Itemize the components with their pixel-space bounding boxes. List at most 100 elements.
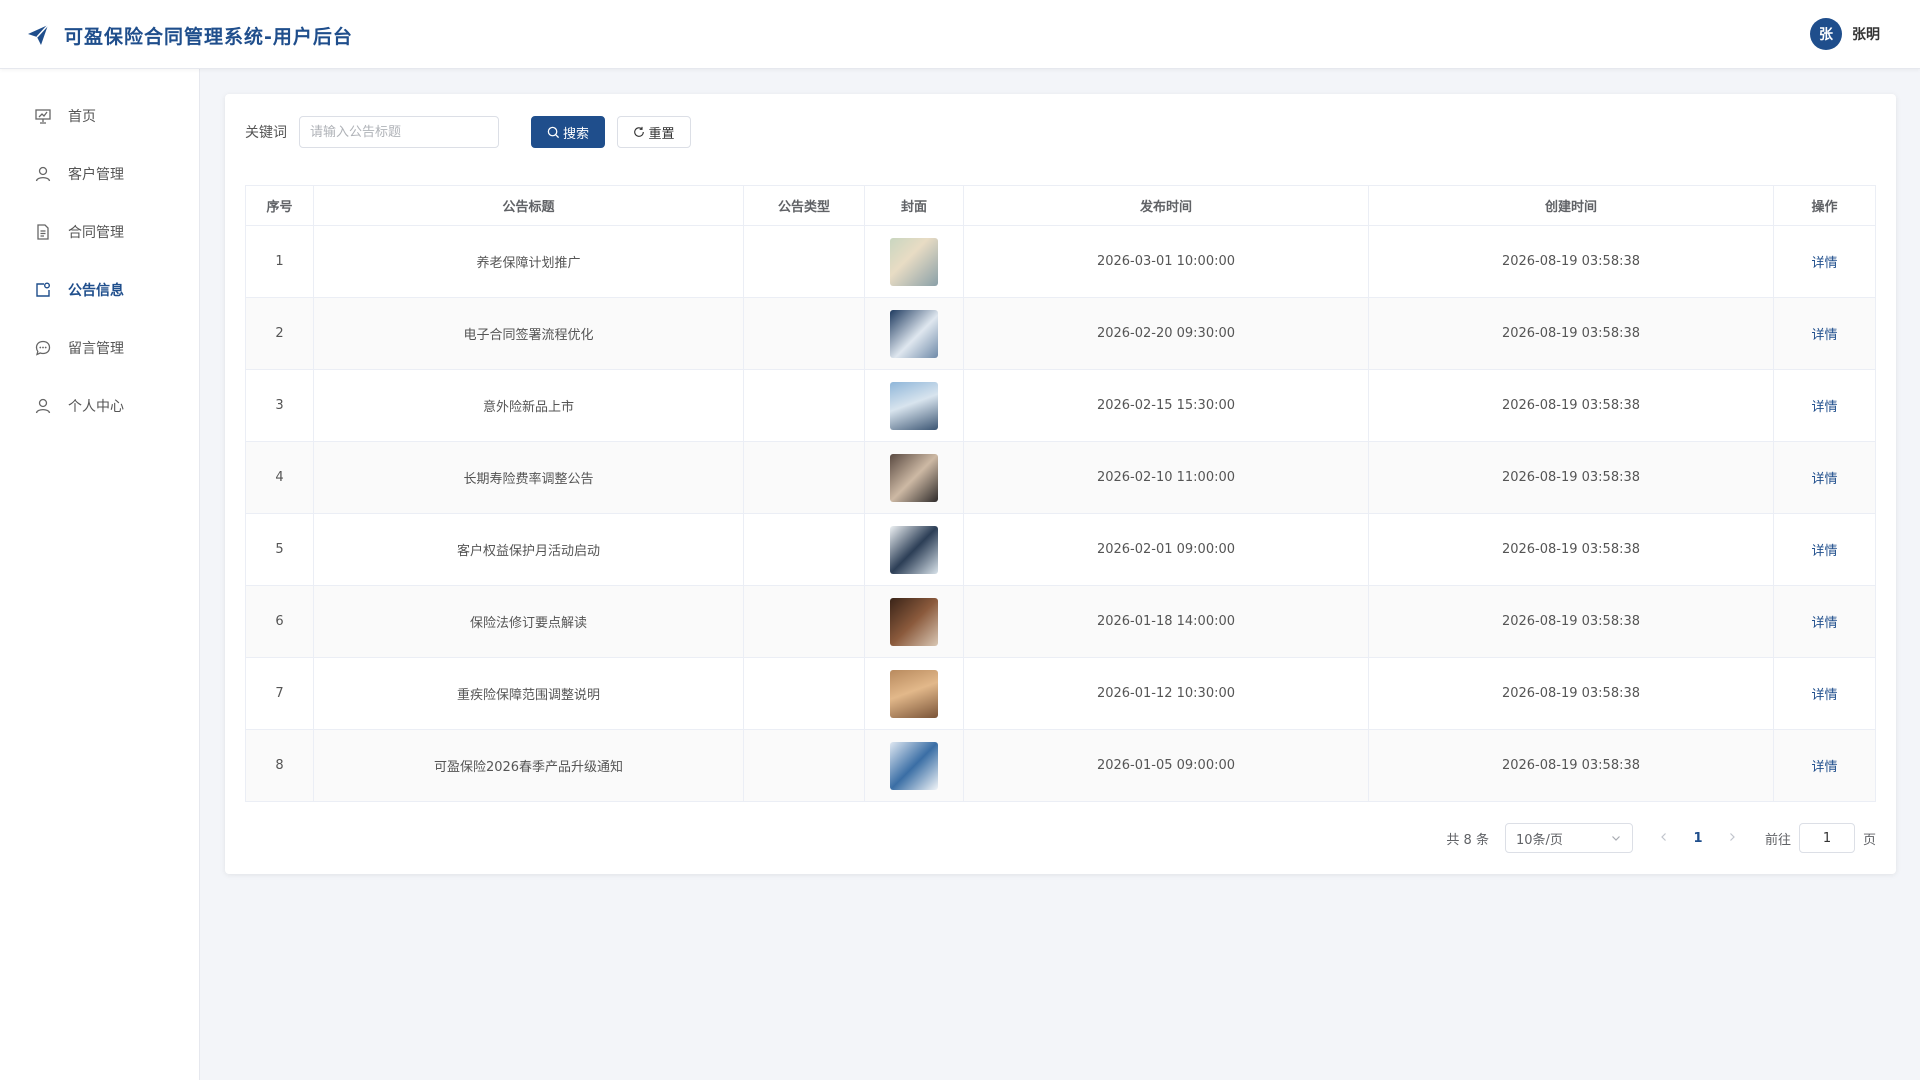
cell-action: 详情 <box>1773 729 1876 802</box>
cell-publish-time: 2026-02-01 09:00:00 <box>963 513 1369 586</box>
user-menu[interactable]: 张 张明 <box>1810 18 1880 50</box>
sidebar-item-label: 合同管理 <box>68 225 124 241</box>
cell-cover <box>864 441 964 514</box>
app-title: 可盈保险合同管理系统-用户后台 <box>64 26 353 48</box>
page-size-value: 10条/页 <box>1515 832 1563 848</box>
cell-type <box>743 513 865 586</box>
cell-type <box>743 369 865 442</box>
cover-thumbnail[interactable] <box>890 741 938 790</box>
column-header-create-time[interactable]: 创建时间 <box>1368 185 1774 226</box>
goto-page-input[interactable] <box>1798 823 1855 853</box>
cell-publish-time: 2026-02-15 15:30:00 <box>963 369 1369 442</box>
detail-link[interactable]: 详情 <box>1811 544 1837 559</box>
cell-create-time: 2026-08-19 03:58:38 <box>1368 585 1774 658</box>
column-header-action[interactable]: 操作 <box>1773 185 1876 226</box>
search-button[interactable]: 搜索 <box>531 116 605 148</box>
cell-title: 可盈保险2026春季产品升级通知 <box>313 729 744 802</box>
cover-thumbnail[interactable] <box>890 381 938 430</box>
notice-list-card: 关键词 搜索 重置 序号 公告标题 公告类型 封面 发布时间 <box>225 94 1896 874</box>
table-row: 5 客户权益保护月活动启动 2026-02-01 09:00:00 2026-08-1… <box>245 513 1876 586</box>
page-number-current[interactable]: 1 <box>1683 831 1713 846</box>
detail-link[interactable]: 详情 <box>1811 256 1837 271</box>
chevron-down-icon <box>1612 836 1620 841</box>
cell-create-time: 2026-08-19 03:58:38 <box>1368 657 1774 730</box>
keyword-input[interactable] <box>299 116 499 148</box>
reset-button-label: 重置 <box>648 126 675 142</box>
column-header-title[interactable]: 公告标题 <box>313 185 744 226</box>
table-row: 1 养老保障计划推广 2026-03-01 10:00:00 2026-08-19 0… <box>245 225 1876 298</box>
notice-table: 序号 公告标题 公告类型 封面 发布时间 创建时间 操作 1 养老保障计划推广 20… <box>245 185 1876 802</box>
cover-thumbnail[interactable] <box>890 453 938 502</box>
column-header-publish-time[interactable]: 发布时间 <box>963 185 1369 226</box>
cell-index: 4 <box>245 441 314 514</box>
cell-cover <box>864 297 964 370</box>
cell-publish-time: 2026-03-01 10:00:00 <box>963 225 1369 298</box>
sidebar-item-notices[interactable]: 公告信息 <box>0 270 200 310</box>
table-row: 8 可盈保险2026春季产品升级通知 2026-01-05 09:00:00 2026… <box>245 729 1876 802</box>
cover-thumbnail[interactable] <box>890 597 938 646</box>
detail-link[interactable]: 详情 <box>1811 760 1837 775</box>
cell-title: 保险法修订要点解读 <box>313 585 744 658</box>
table-row: 7 重疾险保障范围调整说明 2026-01-12 10:30:00 2026-08-1… <box>245 657 1876 730</box>
cover-thumbnail[interactable] <box>890 309 938 358</box>
cell-index: 6 <box>245 585 314 658</box>
cover-thumbnail[interactable] <box>890 525 938 574</box>
cell-cover <box>864 729 964 802</box>
cell-type <box>743 441 865 514</box>
detail-link[interactable]: 详情 <box>1811 328 1837 343</box>
paper-plane-icon <box>28 24 49 45</box>
cell-cover <box>864 225 964 298</box>
cell-title: 客户权益保护月活动启动 <box>313 513 744 586</box>
cell-type <box>743 225 865 298</box>
reset-button[interactable]: 重置 <box>617 116 691 148</box>
refresh-icon <box>634 126 645 137</box>
notice-icon <box>34 281 52 299</box>
cover-thumbnail[interactable] <box>890 669 938 718</box>
detail-link[interactable]: 详情 <box>1811 400 1837 415</box>
table-header-row: 序号 公告标题 公告类型 封面 发布时间 创建时间 操作 <box>245 185 1876 226</box>
username[interactable]: 张明 <box>1852 24 1880 44</box>
chevron-right-icon <box>1730 832 1735 841</box>
avatar[interactable]: 张 <box>1810 18 1842 50</box>
cell-create-time: 2026-08-19 03:58:38 <box>1368 441 1774 514</box>
home-chart-icon <box>34 107 52 125</box>
sidebar-item-contracts[interactable]: 合同管理 <box>0 212 200 252</box>
cell-title: 电子合同签署流程优化 <box>313 297 744 370</box>
sidebar-item-customers[interactable]: 客户管理 <box>0 154 200 194</box>
cell-title: 长期寿险费率调整公告 <box>313 441 744 514</box>
keyword-label: 关键词 <box>245 125 287 141</box>
column-header-index[interactable]: 序号 <box>245 185 314 226</box>
document-icon <box>34 223 52 241</box>
page-size-select[interactable]: 10条/页 <box>1504 823 1633 853</box>
sidebar-item-profile[interactable]: 个人中心 <box>0 386 200 426</box>
cell-create-time: 2026-08-19 03:58:38 <box>1368 513 1774 586</box>
sidebar-item-home[interactable]: 首页 <box>0 96 200 136</box>
page-suffix: 页 <box>1862 832 1876 848</box>
cell-title: 重疾险保障范围调整说明 <box>313 657 744 730</box>
cell-title: 养老保障计划推广 <box>313 225 744 298</box>
cell-publish-time: 2026-02-20 09:30:00 <box>963 297 1369 370</box>
user-icon <box>34 397 52 415</box>
detail-link[interactable]: 详情 <box>1811 688 1837 703</box>
column-header-type[interactable]: 公告类型 <box>743 185 865 226</box>
sidebar-item-label: 个人中心 <box>68 399 124 415</box>
table-row: 6 保险法修订要点解读 2026-01-18 14:00:00 2026-08-19 … <box>245 585 1876 658</box>
detail-link[interactable]: 详情 <box>1811 472 1837 487</box>
cell-type <box>743 657 865 730</box>
cell-action: 详情 <box>1773 369 1876 442</box>
user-icon <box>34 165 52 183</box>
column-header-cover[interactable]: 封面 <box>864 185 964 226</box>
table-row: 3 意外险新品上市 2026-02-15 15:30:00 2026-08-19 03… <box>245 369 1876 442</box>
table-row: 2 电子合同签署流程优化 2026-02-20 09:30:00 2026-08-19… <box>245 297 1876 370</box>
cell-cover <box>864 585 964 658</box>
next-page-button[interactable] <box>1717 831 1747 846</box>
cell-index: 7 <box>245 657 314 730</box>
search-button-label: 搜索 <box>562 126 589 142</box>
total-count: 共 8 条 <box>1446 832 1489 848</box>
cell-index: 2 <box>245 297 314 370</box>
prev-page-button[interactable] <box>1649 831 1679 846</box>
cover-thumbnail[interactable] <box>890 237 938 286</box>
sidebar-item-messages[interactable]: 留言管理 <box>0 328 200 368</box>
detail-link[interactable]: 详情 <box>1811 616 1837 631</box>
cell-index: 3 <box>245 369 314 442</box>
